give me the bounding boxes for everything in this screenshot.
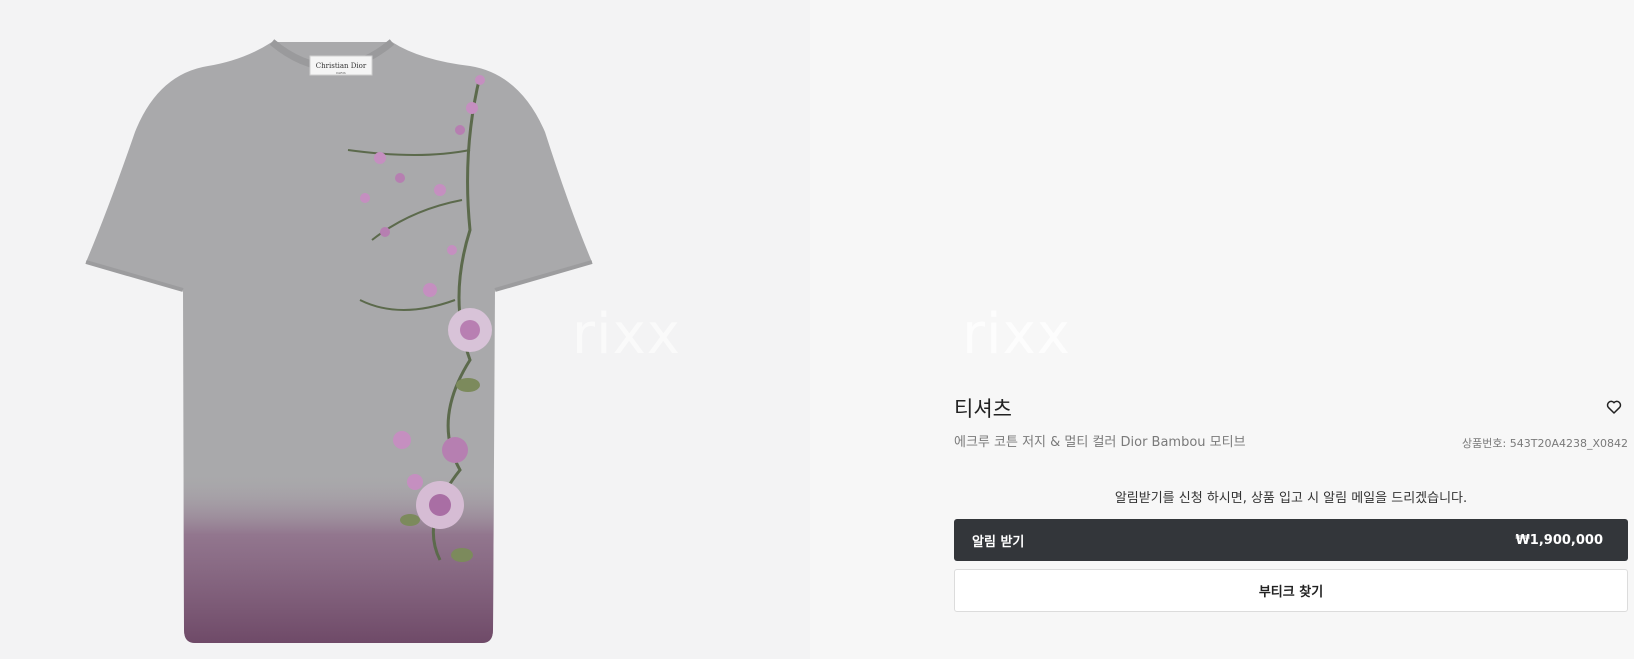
neck-label-line2: PARIS	[336, 71, 345, 75]
neck-label-line1: Christian Dior	[316, 62, 367, 70]
notify-button[interactable]: 알림 받기 ₩1,900,000	[954, 519, 1628, 561]
product-info-panel: rixx 티셔츠 에크루 코튼 저지 & 멀티 컬러 Dior Bambou 모…	[810, 0, 1634, 659]
wishlist-button[interactable]	[1605, 398, 1623, 416]
heart-icon	[1606, 400, 1622, 414]
neck-label: Christian Dior PARIS	[309, 55, 373, 76]
product-subtitle: 에크루 코튼 저지 & 멀티 컬러 Dior Bambou 모티브	[954, 435, 1246, 450]
notify-label: 알림 받기	[972, 534, 1025, 550]
product-sku: 상품번호: 543T20A4238_X0842	[1462, 437, 1628, 450]
find-boutique-label: 부티크 찾기	[1258, 585, 1324, 600]
find-boutique-button[interactable]: 부티크 찾기	[954, 569, 1628, 612]
product-image: Christian Dior PARIS	[85, 39, 593, 643]
watermark: rixx	[962, 302, 1071, 367]
product-image-panel: Christian Dior PARIS rixx	[0, 0, 810, 659]
tshirt-shape	[85, 39, 593, 643]
restock-notice: 알림받기를 신청 하시면, 상품 입고 시 알림 메일을 드리겠습니다.	[1114, 491, 1468, 506]
product-price: ₩1,900,000	[1515, 532, 1603, 548]
product-title: 티셔츠	[954, 397, 1012, 421]
